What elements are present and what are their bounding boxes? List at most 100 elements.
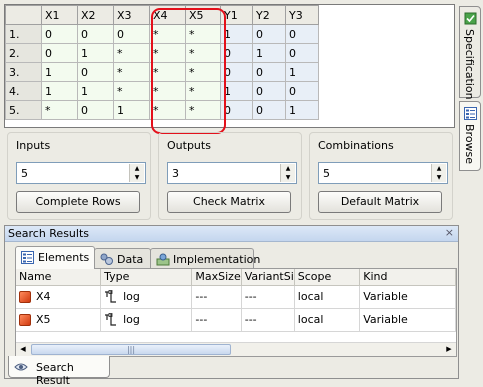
inputs-value[interactable]: 5 [21, 167, 28, 180]
matrix-cell[interactable]: * [149, 62, 186, 82]
scroll-right-icon[interactable]: ▶ [442, 343, 456, 356]
combinations-decrement-icon[interactable]: ▼ [432, 173, 446, 182]
matrix-cell[interactable]: * [113, 43, 150, 63]
column-header-variantsize[interactable]: VariantSi [241, 269, 295, 286]
matrix-cell[interactable]: * [41, 100, 78, 120]
matrix-column-header[interactable]: Y3 [285, 5, 319, 25]
matrix-cell[interactable]: 0 [41, 43, 78, 63]
truth-matrix: X1 X2 X3 X4 X5 Y1 Y2 Y3 1. 0 0 0 * * 1 0 0 2. 0 1 * *… [4, 4, 455, 134]
tab-specification-label: Specification [463, 29, 476, 100]
matrix-cell[interactable]: 1 [285, 62, 319, 82]
matrix-cell[interactable]: 0 [77, 100, 114, 120]
tab-search-result[interactable]: Search Result [8, 356, 110, 387]
column-header-kind[interactable]: Kind [359, 269, 456, 286]
tab-elements[interactable]: Elements [15, 246, 95, 269]
matrix-row: 4. 1 1 * * * 1 0 0 [5, 81, 319, 101]
matrix-cell[interactable]: 0 [285, 24, 319, 44]
specification-icon [464, 12, 477, 25]
matrix-cell[interactable]: 0 [285, 81, 319, 101]
scroll-left-icon[interactable]: ◀ [16, 343, 30, 356]
matrix-cell[interactable]: 0 [220, 43, 253, 63]
table-row[interactable]: X4 log --- --- local Variable [16, 285, 456, 309]
matrix-cell[interactable]: * [185, 43, 221, 63]
matrix-cell[interactable]: 0 [252, 100, 286, 120]
logical-type-icon [104, 312, 120, 327]
matrix-cell[interactable]: 1 [41, 62, 78, 82]
combinations-spinner[interactable]: 5 ▲ ▼ [318, 162, 448, 184]
matrix-cell[interactable]: * [149, 81, 186, 101]
matrix-cell[interactable]: 0 [220, 62, 253, 82]
cell-name-text: X4 [36, 290, 51, 303]
matrix-cell[interactable]: 0 [252, 24, 286, 44]
matrix-cell[interactable]: 0 [77, 62, 114, 82]
matrix-column-header[interactable]: X4 [149, 5, 186, 25]
horizontal-scrollbar[interactable]: ◀ ||| ▶ [16, 342, 456, 356]
outputs-value[interactable]: 3 [172, 167, 179, 180]
matrix-cell[interactable]: 1 [113, 100, 150, 120]
matrix-cell[interactable]: * [113, 81, 150, 101]
matrix-cell[interactable]: * [149, 24, 186, 44]
matrix-cell[interactable]: 0 [113, 24, 150, 44]
matrix-row-header[interactable]: 2. [5, 43, 42, 63]
outputs-increment-icon[interactable]: ▲ [281, 164, 295, 173]
outputs-decrement-icon[interactable]: ▼ [281, 173, 295, 182]
complete-rows-button[interactable]: Complete Rows [16, 191, 140, 213]
matrix-row-header[interactable]: 5. [5, 100, 42, 120]
default-matrix-button[interactable]: Default Matrix [318, 191, 442, 213]
tab-browse[interactable]: Browse [459, 101, 481, 171]
tab-implementation[interactable]: Implementation [150, 248, 260, 268]
tab-data[interactable]: Data [94, 248, 151, 268]
matrix-cell[interactable]: * [113, 62, 150, 82]
matrix-cell[interactable]: * [185, 100, 221, 120]
matrix-cell[interactable]: 0 [252, 81, 286, 101]
column-header-type[interactable]: Type [100, 269, 193, 286]
matrix-cell[interactable]: * [185, 24, 221, 44]
combinations-value[interactable]: 5 [323, 167, 330, 180]
cell-variant: --- [241, 285, 295, 309]
column-header-maxsize[interactable]: MaxSize [191, 269, 242, 286]
cell-name: X5 [16, 308, 102, 332]
combinations-increment-icon[interactable]: ▲ [432, 164, 446, 173]
matrix-cell[interactable]: 0 [285, 43, 319, 63]
matrix-cell[interactable]: 1 [285, 100, 319, 120]
matrix-cell[interactable]: 0 [77, 24, 114, 44]
matrix-cell[interactable]: 0 [220, 100, 253, 120]
tab-specification[interactable]: Specification [459, 6, 481, 100]
matrix-cell[interactable]: 0 [41, 24, 78, 44]
inputs-increment-icon[interactable]: ▲ [130, 164, 144, 173]
matrix-cell[interactable]: * [185, 81, 221, 101]
matrix-cell[interactable]: * [149, 100, 186, 120]
search-results-title: Search Results [8, 227, 90, 240]
matrix-column-header[interactable]: X3 [113, 5, 150, 25]
close-icon[interactable]: × [445, 226, 454, 239]
cell-variant-text: --- [244, 313, 257, 326]
matrix-column-header[interactable]: X2 [77, 5, 114, 25]
matrix-cell[interactable]: 1 [252, 43, 286, 63]
outputs-spinner[interactable]: 3 ▲ ▼ [167, 162, 297, 184]
check-matrix-button[interactable]: Check Matrix [167, 191, 291, 213]
matrix-cell[interactable]: 1 [77, 81, 114, 101]
matrix-cell[interactable]: 1 [77, 43, 114, 63]
matrix-row-header[interactable]: 3. [5, 62, 42, 82]
scroll-thumb[interactable]: ||| [31, 344, 231, 355]
matrix-column-header[interactable]: X1 [41, 5, 78, 25]
matrix-cell[interactable]: * [185, 62, 221, 82]
cell-type-text: log [123, 289, 140, 303]
matrix-column-header[interactable]: X5 [185, 5, 221, 25]
matrix-cell[interactable]: 1 [220, 81, 253, 101]
matrix-cell[interactable]: 1 [41, 81, 78, 101]
cell-scope-text: local [297, 290, 324, 303]
matrix-column-header[interactable]: Y2 [252, 5, 286, 25]
matrix-cell[interactable]: 1 [220, 24, 253, 44]
inputs-spinner[interactable]: 5 ▲ ▼ [16, 162, 146, 184]
outputs-title: Outputs [167, 139, 211, 152]
table-row[interactable]: X5 log --- --- local Variable [16, 308, 456, 332]
matrix-row-header[interactable]: 1. [5, 24, 42, 44]
matrix-cell[interactable]: 0 [252, 62, 286, 82]
column-header-scope[interactable]: Scope [294, 269, 361, 286]
inputs-decrement-icon[interactable]: ▼ [130, 173, 144, 182]
matrix-cell[interactable]: * [149, 43, 186, 63]
matrix-row-header[interactable]: 4. [5, 81, 42, 101]
column-header-name[interactable]: Name [16, 269, 102, 286]
matrix-column-header[interactable]: Y1 [220, 5, 253, 25]
